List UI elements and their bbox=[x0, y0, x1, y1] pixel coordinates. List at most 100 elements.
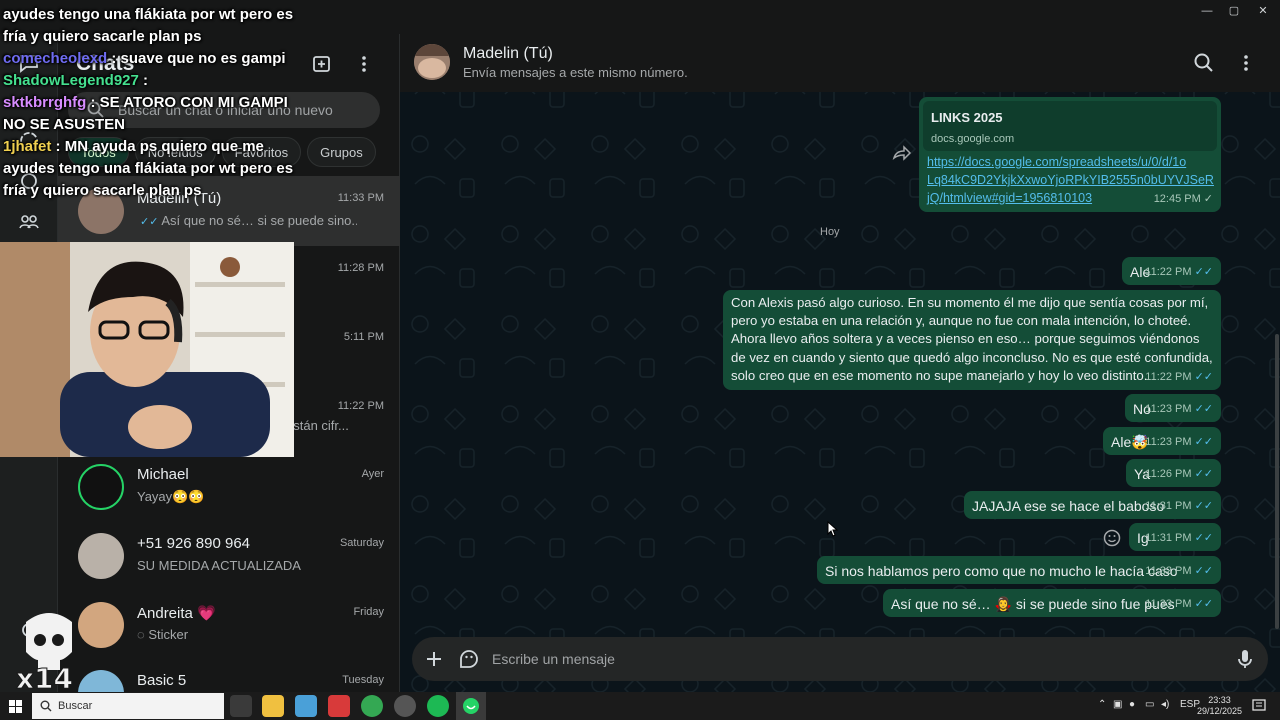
message-bubble[interactable]: Con Alexis pasó algo curioso. En su mome… bbox=[723, 290, 1221, 390]
search-icon[interactable] bbox=[1192, 51, 1216, 75]
message-bubble[interactable]: Si nos hablamos pero como que no mucho l… bbox=[817, 556, 1221, 584]
message-meta: 12:45 PM ✓ bbox=[1153, 193, 1213, 205]
chat-preview: ✓✓ Así que no sé… si se puede sino... bbox=[140, 213, 357, 228]
communities-icon[interactable] bbox=[18, 210, 40, 232]
message-bubble[interactable]: JAJAJA ese se hace el baboso 11:31 PM ✓✓ bbox=[964, 491, 1221, 519]
chat-row-basic5[interactable]: Basic 5 Tuesday bbox=[58, 658, 400, 692]
overlay-chat-text: NO SE ASUSTEN bbox=[3, 116, 125, 133]
read-tick-icon: ✓✓ bbox=[1194, 266, 1213, 278]
contact-avatar[interactable] bbox=[414, 44, 450, 80]
chat-time: 5:11 PM bbox=[343, 331, 384, 343]
chat-time: Friday bbox=[353, 606, 384, 618]
overlay-chat-line: ayudes tengo una flákiata por wt pero es bbox=[0, 4, 320, 26]
sticker-icon: ◌ bbox=[137, 627, 145, 642]
menu-dots-icon[interactable] bbox=[352, 52, 376, 76]
chat-preview: Yayay😳😳 bbox=[137, 489, 205, 504]
overlay-chat-line: fría y quiero sacarle plan ps bbox=[0, 26, 320, 48]
tray-chevron-icon[interactable]: ⌃ bbox=[1098, 699, 1106, 710]
overlay-chat-username: ShadowLegend927 bbox=[3, 72, 139, 89]
chat-time: 11:28 PM bbox=[337, 262, 384, 274]
link-message-bubble[interactable]: LINKS 2025 docs.google.com https://docs.… bbox=[919, 97, 1221, 212]
day-divider: Hoy bbox=[820, 226, 840, 238]
taskbar-search[interactable]: Buscar bbox=[32, 693, 224, 719]
attach-plus-icon[interactable] bbox=[424, 649, 444, 669]
chat-preview: ◌ Sticker bbox=[137, 627, 189, 642]
webcam-image bbox=[0, 242, 294, 457]
overlay-chat-text: fría y quiero sacarle plan ps bbox=[3, 182, 202, 199]
overlay-chat-text: ayudes tengo una flákiata por wt pero es bbox=[3, 160, 294, 177]
tray-mic-icon[interactable]: ● bbox=[1129, 699, 1135, 710]
spotify-icon[interactable] bbox=[427, 695, 449, 717]
task-view-icon[interactable] bbox=[230, 695, 252, 717]
chrome-icon[interactable] bbox=[361, 695, 383, 717]
sticker-emoji-icon[interactable] bbox=[458, 648, 480, 670]
avatar bbox=[78, 464, 124, 510]
whatsapp-taskbar-icon[interactable] bbox=[456, 692, 486, 720]
file-explorer-icon[interactable] bbox=[262, 695, 284, 717]
message-composer[interactable]: Escribe un mensaje bbox=[412, 637, 1268, 681]
message-bubble[interactable]: Ale 11:22 PM ✓✓ bbox=[1122, 257, 1221, 285]
taskbar-clock[interactable]: 23:33 29/12/2025 bbox=[1197, 695, 1242, 717]
scrollbar[interactable] bbox=[1275, 334, 1279, 629]
menu-dots-icon[interactable] bbox=[1234, 51, 1258, 75]
app-icon[interactable] bbox=[328, 695, 350, 717]
overlay-chat-line: NO SE ASUSTEN bbox=[0, 114, 320, 136]
microphone-icon[interactable] bbox=[1234, 648, 1256, 670]
message-bubble[interactable]: Ig 11:31 PM ✓✓ bbox=[1129, 523, 1221, 551]
link-title: LINKS 2025 bbox=[931, 110, 1003, 125]
read-tick-icon: ✓✓ bbox=[1194, 436, 1213, 448]
avatar bbox=[78, 533, 124, 579]
message-input[interactable]: Escribe un mensaje bbox=[492, 651, 615, 667]
chat-name: +51 926 890 964 bbox=[137, 535, 251, 552]
message-bubble[interactable]: Ya 11:26 PM ✓✓ bbox=[1126, 459, 1221, 487]
chat-time: 11:22 PM bbox=[337, 400, 384, 412]
app-icon[interactable] bbox=[295, 695, 317, 717]
close-button[interactable]: ✕ bbox=[1246, 0, 1280, 22]
chat-row-michael[interactable]: Michael Yayay😳😳 Ayer bbox=[58, 452, 400, 522]
windows-taskbar: Buscar ⌃ ▣ ● ▭ ◂) ESP 23:33 29/12/2025 bbox=[0, 692, 1280, 720]
tray-network-icon[interactable]: ▭ bbox=[1145, 699, 1154, 710]
read-tick-icon: ✓✓ bbox=[1194, 532, 1213, 544]
overlay-chat-text: : MN ayuda ps quiero que me bbox=[55, 138, 264, 155]
notifications-icon[interactable] bbox=[1252, 699, 1266, 713]
whatsapp-desktop-window: — ▢ ✕ Chats Buscar un chat o iniciar uno… bbox=[0, 0, 1280, 720]
conversation-panel: Madelin (Tú) Envía mensajes a este mismo… bbox=[400, 34, 1280, 692]
windows-start-icon[interactable] bbox=[9, 700, 22, 713]
message-bubble[interactable]: Ale🤯 11:23 PM ✓✓ bbox=[1103, 427, 1221, 455]
obs-icon[interactable] bbox=[394, 695, 416, 717]
chat-time: Ayer bbox=[361, 468, 384, 480]
link-preview-card[interactable]: LINKS 2025 docs.google.com bbox=[923, 101, 1217, 151]
chat-name: Michael bbox=[137, 466, 189, 483]
read-tick-icon: ✓✓ bbox=[1194, 598, 1213, 610]
forward-icon[interactable] bbox=[892, 145, 912, 161]
tray-volume-icon[interactable]: ◂) bbox=[1161, 699, 1169, 710]
emoji-react-icon[interactable] bbox=[1102, 528, 1122, 548]
read-tick-icon: ✓✓ bbox=[1194, 371, 1213, 383]
overlay-chat-text: : suave que no es gampi bbox=[111, 50, 286, 67]
read-tick-icon: ✓✓ bbox=[140, 216, 159, 228]
chat-row-andreita[interactable]: Andreita 💗 ◌ Sticker Friday bbox=[58, 590, 400, 660]
read-tick-icon: ✓✓ bbox=[1194, 500, 1213, 512]
message-bubble[interactable]: No 11:23 PM ✓✓ bbox=[1125, 394, 1221, 422]
chat-row-contact[interactable]: +51 926 890 964 SU MEDIDA ACTUALIZADA Sa… bbox=[58, 521, 400, 591]
overlay-chat-text: fría y quiero sacarle plan ps bbox=[3, 28, 202, 45]
read-tick-icon: ✓✓ bbox=[1194, 403, 1213, 415]
contact-subtitle: Envía mensajes a este mismo número. bbox=[463, 65, 688, 80]
avatar bbox=[78, 602, 124, 648]
overlay-chat-text: : bbox=[143, 72, 149, 89]
chat-preview: están cifr... bbox=[286, 418, 349, 433]
search-icon bbox=[40, 700, 52, 712]
chat-time: 11:33 PM bbox=[337, 192, 384, 204]
avatar bbox=[78, 670, 124, 692]
overlay-chat-text: ayudes tengo una flákiata por wt pero es bbox=[3, 6, 294, 23]
read-tick-icon: ✓✓ bbox=[1194, 468, 1213, 480]
overlay-chat-line: sktkbrrghfg : SE ATORO CON MI GAMPI bbox=[0, 92, 320, 114]
read-tick-icon: ✓✓ bbox=[1194, 565, 1213, 577]
overlay-chat-line: fría y quiero sacarle plan ps bbox=[0, 180, 320, 202]
svg-text:x14: x14 bbox=[16, 662, 73, 692]
message-bubble[interactable]: Así que no sé… 🧛‍♀️ si se puede sino fue… bbox=[883, 589, 1221, 617]
chat-preview: SU MEDIDA ACTUALIZADA bbox=[137, 558, 301, 573]
chat-time: Tuesday bbox=[342, 674, 384, 686]
tray-icon[interactable]: ▣ bbox=[1113, 699, 1122, 710]
chat-header[interactable]: Madelin (Tú) Envía mensajes a este mismo… bbox=[400, 34, 1280, 92]
